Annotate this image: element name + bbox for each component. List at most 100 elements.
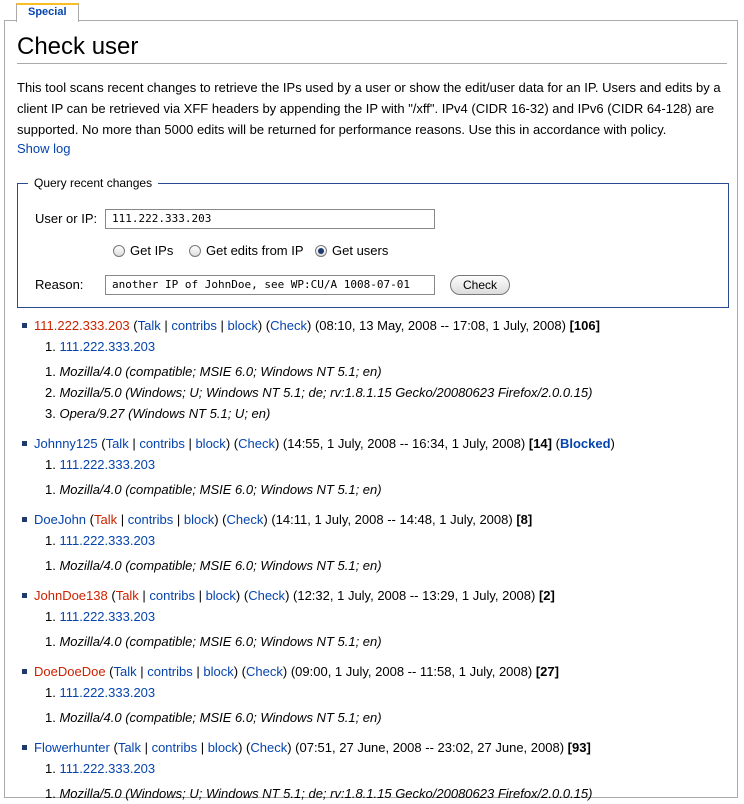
separator: |	[192, 664, 204, 679]
list-number: 1.	[45, 786, 60, 801]
result-header: DoeJohn (Talk | contribs | block) (Check…	[22, 511, 532, 529]
list-number: 1.	[45, 457, 60, 472]
contribs-link[interactable]: contribs	[128, 512, 174, 527]
list-number: 2.	[45, 385, 60, 400]
user-agent-item: 1. Mozilla/4.0 (compatible; MSIE 6.0; Wi…	[45, 481, 382, 499]
user-agent: Mozilla/5.0 (Windows; U; Windows NT 5.1;…	[59, 786, 593, 801]
talk-link[interactable]: Talk	[106, 436, 129, 451]
ip-item: 1. 111.222.333.203	[45, 684, 155, 702]
check-button[interactable]: Check	[450, 275, 511, 295]
talk-link[interactable]: Talk	[116, 588, 139, 603]
edit-count: [27]	[535, 664, 559, 679]
result-header: DoeDoeDoe (Talk | contribs | block) (Che…	[22, 663, 559, 681]
reason-input[interactable]: another IP of JohnDoe, see WP:CU/A 1008-…	[105, 275, 435, 295]
list-number: 1.	[45, 533, 60, 548]
show-log-link[interactable]: Show log	[17, 141, 70, 157]
radio-get-ips[interactable]: Get IPs	[113, 243, 173, 258]
user-agent-item: 1. Mozilla/4.0 (compatible; MSIE 6.0; Wi…	[45, 633, 382, 651]
ip-link[interactable]: 111.222.333.203	[59, 685, 155, 700]
edit-count: [8]	[516, 512, 533, 527]
list-number: 1.	[45, 685, 60, 700]
user-link[interactable]: JohnDoe138	[34, 588, 108, 603]
user-agent-item: 3. Opera/9.27 (Windows NT 5.1; U; en)	[45, 405, 270, 423]
block-link[interactable]: block	[208, 740, 238, 755]
talk-link[interactable]: Talk	[118, 740, 141, 755]
query-form: Query recent changes User or IP: 111.222…	[17, 176, 729, 308]
user-agent: Mozilla/5.0 (Windows; U; Windows NT 5.1;…	[59, 385, 593, 400]
radio-get-users-button[interactable]	[315, 244, 327, 257]
radio-get-ips-button[interactable]	[113, 244, 125, 257]
block-link[interactable]: block	[184, 512, 214, 527]
date-range: (08:10, 13 May, 2008 -- 17:08, 1 July, 2…	[314, 318, 566, 333]
ip-link[interactable]: 111.222.333.203	[59, 761, 155, 776]
ip-link[interactable]: 111.222.333.203	[59, 609, 155, 624]
user-agent: Opera/9.27 (Windows NT 5.1; U; en)	[59, 406, 271, 421]
result-header: Flowerhunter (Talk | contribs | block) (…	[22, 739, 591, 757]
check-link[interactable]: Check	[246, 664, 283, 679]
check-link[interactable]: Check	[238, 436, 275, 451]
result-header: JohnDoe138 (Talk | contribs | block) (Ch…	[22, 587, 555, 605]
block-link[interactable]: block	[195, 436, 225, 451]
user-link[interactable]: Johnny125	[34, 436, 98, 451]
ip-item: 1. 111.222.333.203	[45, 532, 155, 550]
radio-get-edits-label: Get edits from IP	[206, 243, 304, 258]
talk-link[interactable]: Talk	[94, 512, 117, 527]
ip-link[interactable]: 111.222.333.203	[59, 533, 155, 548]
contribs-link[interactable]: contribs	[147, 664, 193, 679]
list-number: 1.	[45, 710, 60, 725]
edit-count: [2]	[538, 588, 555, 603]
block-link[interactable]: block	[203, 664, 233, 679]
user-agent: Mozilla/4.0 (compatible; MSIE 6.0; Windo…	[59, 364, 382, 379]
page-title: Check user	[17, 32, 727, 64]
separator: |	[216, 318, 228, 333]
radio-get-users[interactable]: Get users	[315, 243, 388, 258]
separator: |	[140, 740, 152, 755]
separator: |	[194, 588, 206, 603]
talk-link[interactable]: Talk	[114, 664, 137, 679]
separator: |	[117, 512, 128, 527]
user-agent-item: 1. Mozilla/5.0 (Windows; U; Windows NT 5…	[45, 785, 593, 803]
contribs-link[interactable]: contribs	[139, 436, 185, 451]
talk-link[interactable]: Talk	[138, 318, 161, 333]
date-range: (07:51, 27 June, 2008 -- 23:02, 27 June,…	[295, 740, 565, 755]
ip-item: 1. 111.222.333.203	[45, 760, 155, 778]
user-or-ip-input[interactable]: 111.222.333.203	[105, 209, 435, 229]
check-link[interactable]: Check	[248, 588, 285, 603]
ip-link[interactable]: 111.222.333.203	[59, 339, 155, 354]
ip-item: 1. 111.222.333.203	[45, 608, 155, 626]
radio-get-edits[interactable]: Get edits from IP	[189, 243, 304, 258]
check-link[interactable]: Check	[227, 512, 264, 527]
intro-text: This tool scans recent changes to retrie…	[17, 80, 721, 137]
user-agent: Mozilla/4.0 (compatible; MSIE 6.0; Windo…	[59, 634, 382, 649]
user-link[interactable]: 111.222.333.203	[34, 318, 130, 333]
check-link[interactable]: Check	[270, 318, 307, 333]
list-number: 1.	[45, 609, 60, 624]
separator: |	[173, 512, 184, 527]
list-number: 1.	[45, 558, 60, 573]
user-link[interactable]: Flowerhunter	[34, 740, 110, 755]
tab-special[interactable]: Special	[16, 3, 79, 22]
ip-item: 1. 111.222.333.203	[45, 456, 155, 474]
contribs-link[interactable]: contribs	[171, 318, 217, 333]
ip-link[interactable]: 111.222.333.203	[59, 457, 155, 472]
user-link[interactable]: DoeDoeDoe	[34, 664, 106, 679]
user-agent-item: 1. Mozilla/4.0 (compatible; MSIE 6.0; Wi…	[45, 363, 382, 381]
check-link[interactable]: Check	[250, 740, 287, 755]
list-number: 1.	[45, 761, 60, 776]
bullet-icon	[22, 745, 27, 750]
contribs-link[interactable]: contribs	[149, 588, 195, 603]
block-link[interactable]: block	[228, 318, 258, 333]
user-link[interactable]: DoeJohn	[34, 512, 86, 527]
date-range: (09:00, 1 July, 2008 -- 11:58, 1 July, 2…	[290, 664, 533, 679]
bullet-icon	[22, 593, 27, 598]
radio-get-edits-button[interactable]	[189, 244, 201, 257]
user-agent: Mozilla/4.0 (compatible; MSIE 6.0; Windo…	[59, 710, 382, 725]
contribs-link[interactable]: contribs	[152, 740, 198, 755]
date-range: (12:32, 1 July, 2008 -- 13:29, 1 July, 2…	[293, 588, 536, 603]
user-agent: Mozilla/4.0 (compatible; MSIE 6.0; Windo…	[59, 558, 382, 573]
blocked-link[interactable]: Blocked	[560, 436, 611, 451]
user-or-ip-label: User or IP:	[35, 211, 98, 226]
date-range: (14:55, 1 July, 2008 -- 16:34, 1 July, 2…	[282, 436, 526, 451]
block-link[interactable]: block	[206, 588, 236, 603]
bullet-icon	[22, 669, 27, 674]
